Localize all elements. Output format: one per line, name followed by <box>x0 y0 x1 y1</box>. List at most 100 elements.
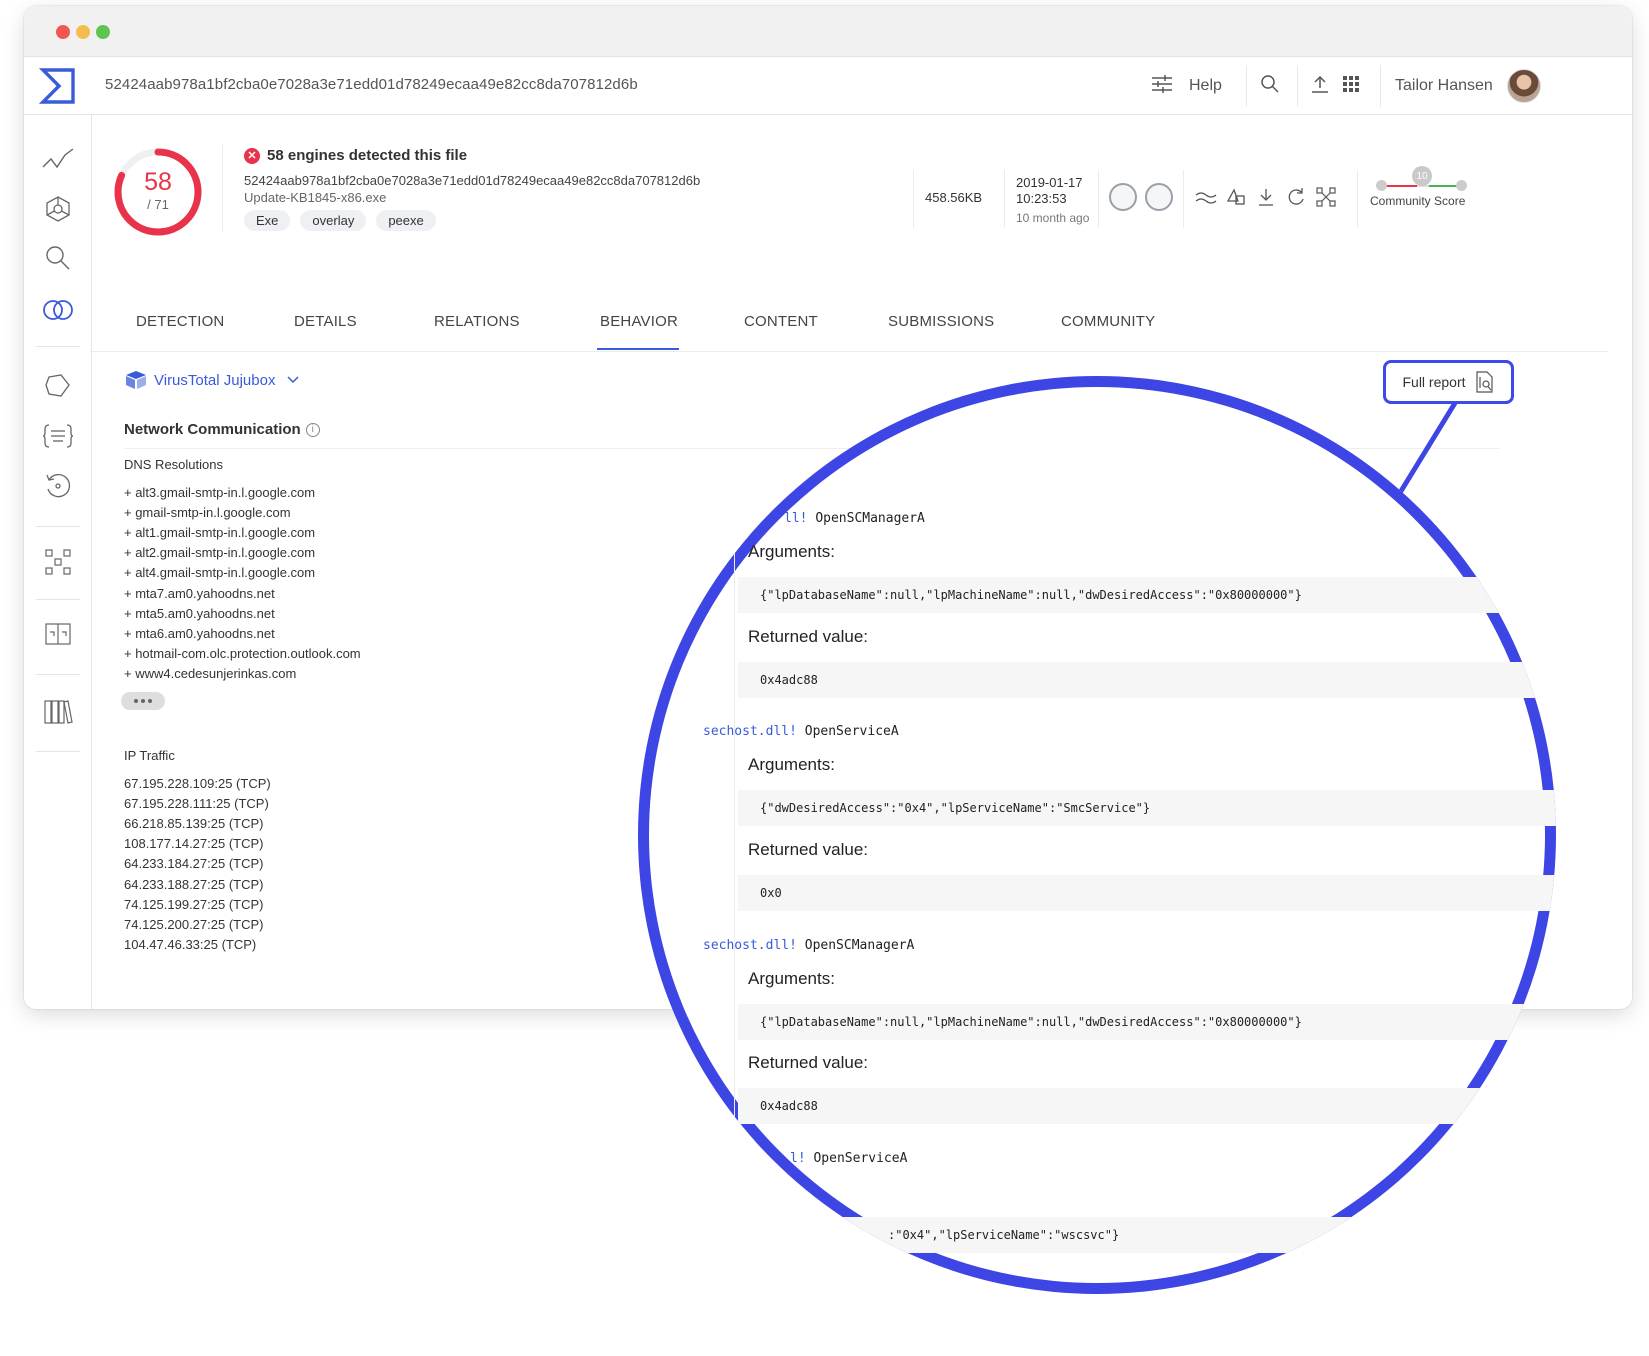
divider <box>1098 170 1099 228</box>
list-item[interactable]: 67.195.228.109:25 (TCP) <box>124 776 271 791</box>
code-block <box>738 662 1556 698</box>
returned-value: 0x4adc88 <box>760 673 818 687</box>
user-name: Tailor Hansen <box>1395 77 1493 94</box>
arguments-value: :"0x4","lpServiceName":"wscsvc"} <box>888 1228 1120 1242</box>
list-item[interactable]: + mta7.am0.yahoodns.net <box>124 586 275 601</box>
chevron-down-icon <box>287 376 299 384</box>
arguments-label: Arguments: <box>748 542 835 561</box>
sidebar-divider <box>36 526 80 527</box>
sidebar-item-graph[interactable] <box>38 192 78 226</box>
tag[interactable]: overlay <box>300 210 367 231</box>
code-block <box>738 875 1556 911</box>
user-menu[interactable]: Tailor Hansen <box>1395 57 1541 115</box>
list-item[interactable]: + gmail-smtp-in.l.google.com <box>124 505 291 520</box>
list-item[interactable]: + alt4.gmail-smtp-in.l.google.com <box>124 565 315 580</box>
code-block <box>738 1088 1556 1124</box>
left-sidebar <box>24 115 92 1009</box>
alert-x-icon: ✕ <box>244 147 260 164</box>
maximize-window-button[interactable] <box>96 25 110 39</box>
list-item[interactable]: + alt2.gmail-smtp-in.l.google.com <box>124 545 315 560</box>
sandbox-selector[interactable]: VirusTotal Jujubox <box>124 370 299 390</box>
sidebar-item-compare[interactable] <box>38 617 78 651</box>
upload-button[interactable] <box>1310 57 1330 115</box>
divider <box>1183 170 1184 228</box>
divider <box>1380 65 1381 107</box>
returned-label: Returned value: <box>748 1053 869 1072</box>
list-item[interactable]: 104.47.46.33:25 (TCP) <box>124 937 256 952</box>
list-item[interactable]: 64.233.188.27:25 (TCP) <box>124 877 263 892</box>
divider <box>1297 65 1298 107</box>
divider <box>1004 170 1005 228</box>
shapes-icon[interactable] <box>1225 186 1247 208</box>
pe-file-type-icon <box>1109 183 1137 211</box>
list-item[interactable]: 66.218.85.139:25 (TCP) <box>124 816 263 831</box>
sidebar-item-collections[interactable] <box>38 695 78 729</box>
dll-name: l! <box>790 1151 806 1166</box>
api-call: l! OpenServiceA <box>790 1151 907 1166</box>
search-button[interactable] <box>1260 57 1280 115</box>
tab-content[interactable]: CONTENT <box>744 313 818 330</box>
trend-line-icon <box>42 148 74 169</box>
minimize-window-button[interactable] <box>76 25 90 39</box>
tab-submissions[interactable]: SUBMISSIONS <box>888 313 994 330</box>
api-call: sechost.dll! OpenServiceA <box>703 724 899 739</box>
tab-relations[interactable]: RELATIONS <box>434 313 520 330</box>
page-title-hash: 52424aab978a1bf2cba0e7028a3e71edd01d7824… <box>105 76 638 93</box>
reanalyze-icon[interactable] <box>1285 186 1307 208</box>
tag[interactable]: peexe <box>376 210 436 231</box>
show-more-button[interactable] <box>121 692 165 710</box>
returned-value: 0x4adc88 <box>760 1099 818 1113</box>
function-name: OpenSCManagerA <box>804 938 915 953</box>
apps-grid-button[interactable] <box>1342 57 1360 115</box>
tab-detection[interactable]: DETECTION <box>136 313 224 330</box>
list-item[interactable]: + www4.cedesunjerinkas.com <box>124 666 296 681</box>
full-report-button[interactable]: Full report <box>1383 360 1514 404</box>
api-call: sechost.dll! OpenSCManagerA <box>703 938 914 953</box>
books-icon <box>44 700 73 724</box>
graph-view-icon[interactable] <box>1315 186 1337 208</box>
network-communication-title: Network Communication i <box>124 421 320 438</box>
tab-community[interactable]: COMMUNITY <box>1061 313 1155 330</box>
list-item[interactable]: 74.125.200.27:25 (TCP) <box>124 917 263 932</box>
tag-bird-icon <box>45 374 70 397</box>
tag[interactable]: Exe <box>244 210 291 231</box>
sidebar-item-analytics[interactable] <box>38 143 78 177</box>
info-icon[interactable]: i <box>305 422 320 437</box>
relative-time: 10 month ago <box>1016 211 1090 225</box>
sidebar-item-rules[interactable] <box>38 419 78 453</box>
file-hash: 52424aab978a1bf2cba0e7028a3e71edd01d7824… <box>244 173 701 188</box>
report-search-icon <box>1475 371 1493 393</box>
sidebar-item-search[interactable] <box>38 241 78 275</box>
sidebar-item-intelligence[interactable] <box>38 293 78 327</box>
virustotal-logo-icon[interactable] <box>24 57 92 115</box>
active-tab-indicator <box>597 348 679 350</box>
list-item[interactable]: 74.125.199.27:25 (TCP) <box>124 897 263 912</box>
code-block <box>738 1217 1556 1253</box>
nodes-icon <box>45 549 71 575</box>
list-item[interactable]: + alt1.gmail-smtp-in.l.google.com <box>124 525 315 540</box>
community-score-widget[interactable]: 10 <box>1376 166 1468 194</box>
tab-details[interactable]: DETAILS <box>294 313 357 330</box>
help-link[interactable]: Help <box>1189 77 1222 95</box>
tab-behavior[interactable]: BEHAVIOR <box>600 313 678 330</box>
dll-name: sechost.dll! <box>703 938 797 953</box>
list-item[interactable]: + hotmail-com.olc.protection.outlook.com <box>124 646 361 661</box>
file-size: 458.56KB <box>925 190 983 205</box>
sidebar-item-hunting[interactable] <box>38 369 78 403</box>
list-item[interactable]: + alt3.gmail-smtp-in.l.google.com <box>124 485 315 500</box>
list-item[interactable]: 67.195.228.111:25 (TCP) <box>124 796 269 811</box>
close-window-button[interactable] <box>56 25 70 39</box>
filter-settings-button[interactable]: Help <box>1151 57 1222 115</box>
list-item[interactable]: + mta5.am0.yahoodns.net <box>124 606 275 621</box>
sidebar-item-diff[interactable] <box>38 545 78 579</box>
detection-headline: ✕ 58 engines detected this file <box>244 147 467 164</box>
list-item[interactable]: 64.233.184.27:25 (TCP) <box>124 856 263 871</box>
list-item[interactable]: + mta6.am0.yahoodns.net <box>124 626 275 641</box>
arguments-label: Arguments: <box>748 755 835 774</box>
download-icon[interactable] <box>1255 186 1277 208</box>
sidebar-item-retrohunt[interactable] <box>38 469 78 503</box>
call-indent-line <box>734 964 735 1224</box>
list-item[interactable]: 108.177.14.27:25 (TCP) <box>124 836 263 851</box>
similar-icon[interactable] <box>1195 186 1217 208</box>
braces-list-icon <box>42 424 74 448</box>
